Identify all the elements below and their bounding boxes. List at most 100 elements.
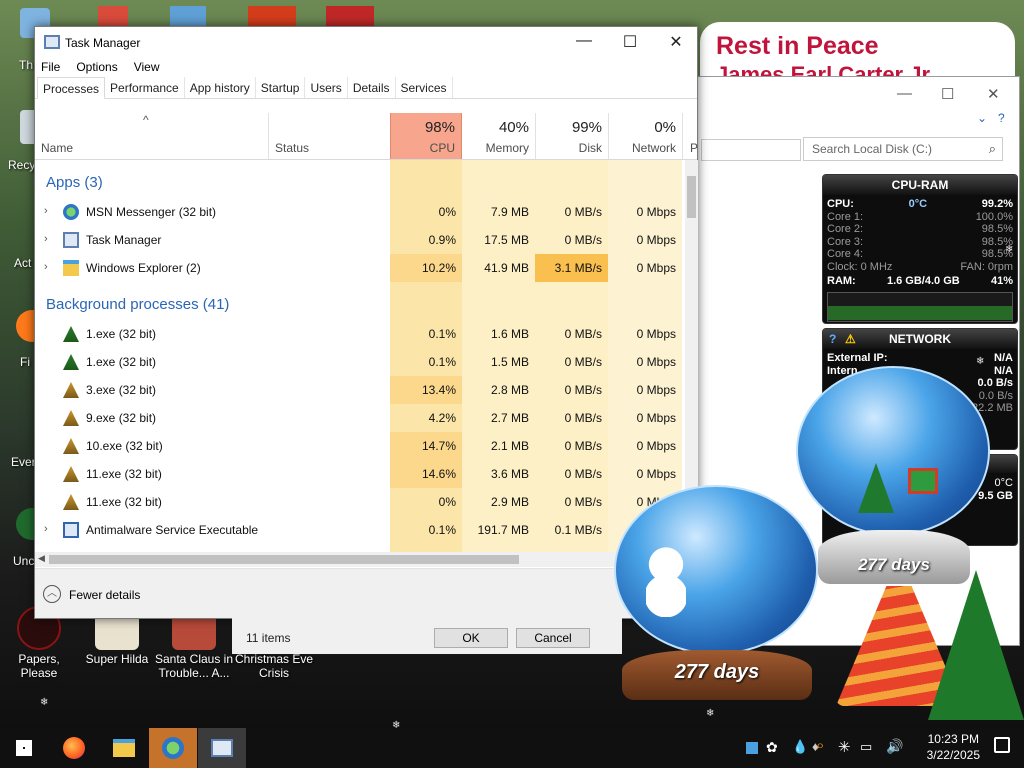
cpu-ram-gadget[interactable]: CPU-RAM CPU: 0°C 99.2% Core 1: 100.0% Cor…	[822, 174, 1018, 324]
desktop-label-fragment[interactable]: Th	[19, 58, 33, 72]
table-row[interactable]: › Windows Explorer (2) 10.2% 41.9 MB 3.1…	[35, 254, 687, 282]
tray-app-icon[interactable]: ✿	[766, 739, 778, 756]
scroll-left-icon[interactable]: ◀	[38, 553, 45, 564]
chevron-up-icon[interactable]: ︿	[43, 585, 61, 603]
column-header-disk[interactable]: 99% Disk	[535, 113, 608, 159]
table-row[interactable]: › Task Manager 0.9% 17.5 MB 0 MB/s 0 Mbp…	[35, 226, 687, 254]
tab-services[interactable]: Services	[396, 77, 453, 98]
search-icon[interactable]: ⌕	[989, 141, 996, 157]
table-row[interactable]: 1.exe (32 bit) 0.1% 1.6 MB 0 MB/s 0 Mbps	[35, 320, 687, 348]
address-bar[interactable]	[701, 139, 801, 161]
menu-options[interactable]: Options	[76, 60, 117, 74]
gadget-title: NETWORK	[889, 332, 951, 346]
maximize-icon[interactable]: ☐	[941, 85, 954, 103]
snow-globe-right[interactable]	[796, 366, 990, 536]
start-button[interactable]	[0, 728, 48, 768]
column-header-memory[interactable]: 40% Memory	[462, 113, 535, 159]
table-row[interactable]: 11.exe (32 bit) 0% 2.9 MB 0 MB/s 0 Mbps	[35, 488, 687, 516]
chevron-right-icon[interactable]: ›	[44, 205, 48, 217]
water-drop-icon[interactable]: 💧	[792, 739, 808, 755]
cpu-cell: 0.1%	[428, 327, 456, 341]
clock[interactable]: 10:23 PM 3/22/2025	[927, 731, 980, 763]
menu-view[interactable]: View	[134, 60, 160, 74]
column-header-network[interactable]: 0% Network	[608, 113, 682, 159]
tab-processes[interactable]: Processes	[37, 77, 106, 99]
snowflake-icon: ❄	[40, 697, 49, 708]
desktop-icon-label: Papers, Please	[18, 652, 60, 680]
christmas-tree-icon	[63, 326, 79, 342]
close-button[interactable]: ✕	[653, 32, 699, 52]
table-row[interactable]: 3.exe (32 bit) 13.4% 2.8 MB 0 MB/s 0 Mbp…	[35, 376, 687, 404]
tab-details[interactable]: Details	[348, 77, 396, 98]
group-header-apps[interactable]: Apps (3)	[46, 174, 103, 191]
desktop-icon-christmas-eve-crisis[interactable]: Christmas Eve Crisis	[234, 652, 314, 680]
scrollbar-thumb[interactable]	[49, 555, 519, 564]
column-header-power[interactable]: P	[690, 141, 698, 155]
table-row[interactable]: 11.exe (32 bit) 14.6% 3.6 MB 0 MB/s 0 Mb…	[35, 460, 687, 488]
snowflake-tray-icon[interactable]: ✳	[838, 738, 851, 756]
cancel-button[interactable]: Cancel	[516, 628, 590, 648]
desktop-label-fragment[interactable]: Unc	[13, 554, 34, 568]
chevron-right-icon[interactable]: ›	[44, 233, 48, 245]
taskbar-file-explorer[interactable]	[100, 728, 148, 768]
desktop-icon-top[interactable]	[326, 6, 374, 28]
close-icon[interactable]: ✕	[987, 85, 1000, 103]
table-row[interactable]: 9.exe (32 bit) 4.2% 2.7 MB 0 MB/s 0 Mbps	[35, 404, 687, 432]
rest-in-peace-banner: Rest in Peace James Earl Carter Jr	[700, 22, 1015, 80]
tab-users[interactable]: Users	[305, 77, 348, 98]
menu-file[interactable]: File	[41, 60, 60, 74]
column-header-name[interactable]: Name	[41, 141, 73, 155]
desktop-label-fragment[interactable]: Ever	[11, 455, 36, 469]
desktop-label-fragment[interactable]: Fi	[20, 355, 30, 369]
snow-globe-left[interactable]	[614, 485, 818, 655]
christmas-tree-icon	[858, 463, 894, 513]
desktop-icon-top[interactable]	[98, 6, 128, 28]
chevron-right-icon[interactable]: ›	[44, 261, 48, 273]
desktop-label-fragment[interactable]: Act	[14, 256, 31, 270]
taskbar-task-manager[interactable]	[198, 728, 246, 768]
taskbar-firefox[interactable]	[50, 728, 98, 768]
tab-performance[interactable]: Performance	[105, 77, 185, 98]
tray-app-icon[interactable]	[746, 742, 758, 754]
desktop-icon-top[interactable]	[170, 6, 206, 28]
table-row[interactable]: › MSN Messenger (32 bit) 0% 7.9 MB 0 MB/…	[35, 198, 687, 226]
table-row[interactable]: 1.exe (32 bit) 0.1% 1.5 MB 0 MB/s 0 Mbps	[35, 348, 687, 376]
help-icon[interactable]: ?	[998, 111, 1005, 125]
chevron-down-icon[interactable]: ⌄	[977, 111, 987, 125]
scrollbar-thumb[interactable]	[687, 176, 696, 218]
minimize-button[interactable]: —	[561, 32, 607, 50]
table-row[interactable]: › Antimalware Service Executable 0.1% 19…	[35, 516, 687, 544]
speaker-icon[interactable]: 🔊	[886, 738, 903, 755]
chevron-right-icon[interactable]: ›	[44, 523, 48, 535]
sort-arrow-icon[interactable]: ^	[143, 113, 149, 127]
disk-cell: 0.1 MB/s	[554, 523, 602, 537]
notifications-icon[interactable]	[994, 737, 1010, 753]
external-ip-value: N/A	[994, 352, 1013, 364]
group-header-background[interactable]: Background processes (41)	[46, 296, 229, 313]
column-header-status[interactable]: Status	[275, 141, 309, 155]
ok-button[interactable]: OK	[434, 628, 508, 648]
help-icon[interactable]: ?	[829, 332, 836, 346]
network-icon[interactable]: ▭	[860, 739, 872, 755]
minimize-icon[interactable]: —	[897, 85, 912, 102]
search-tray-icon[interactable]: ⌕	[816, 737, 824, 754]
search-input[interactable]: Search Local Disk (C:) ⌕	[803, 137, 1003, 161]
task-manager-window[interactable]: Task Manager — ☐ ✕ File Options View Pro…	[34, 26, 698, 619]
memory-cell: 17.5 MB	[484, 233, 529, 247]
desktop-label-fragment[interactable]: Recy	[8, 158, 35, 172]
maximize-button[interactable]: ☐	[607, 32, 653, 52]
taskbar-msn-messenger[interactable]	[149, 728, 197, 768]
title-bar[interactable]: Task Manager — ☐ ✕	[35, 27, 697, 57]
column-header-cpu[interactable]: 98% CPU	[390, 113, 462, 159]
desktop-icon-label: Super Hilda	[85, 652, 149, 666]
tab-startup[interactable]: Startup	[256, 77, 306, 98]
disk-cell: 3.1 MB/s	[554, 261, 602, 275]
table-row[interactable]: 10.exe (32 bit) 14.7% 2.1 MB 0 MB/s 0 Mb…	[35, 432, 687, 460]
tab-app-history[interactable]: App history	[185, 77, 256, 98]
taskbar: ✿ 💧 ♦ ⌕ ✳ ▭ 🔊 10:23 PM 3/22/2025	[0, 728, 1024, 768]
snowflake-icon: ❄	[976, 356, 985, 367]
fewer-details-link[interactable]: Fewer details	[69, 588, 140, 602]
external-ip-label: External IP:	[827, 352, 888, 364]
desktop-icon-top[interactable]	[248, 6, 296, 28]
horizontal-scrollbar[interactable]: ◀	[35, 552, 685, 567]
